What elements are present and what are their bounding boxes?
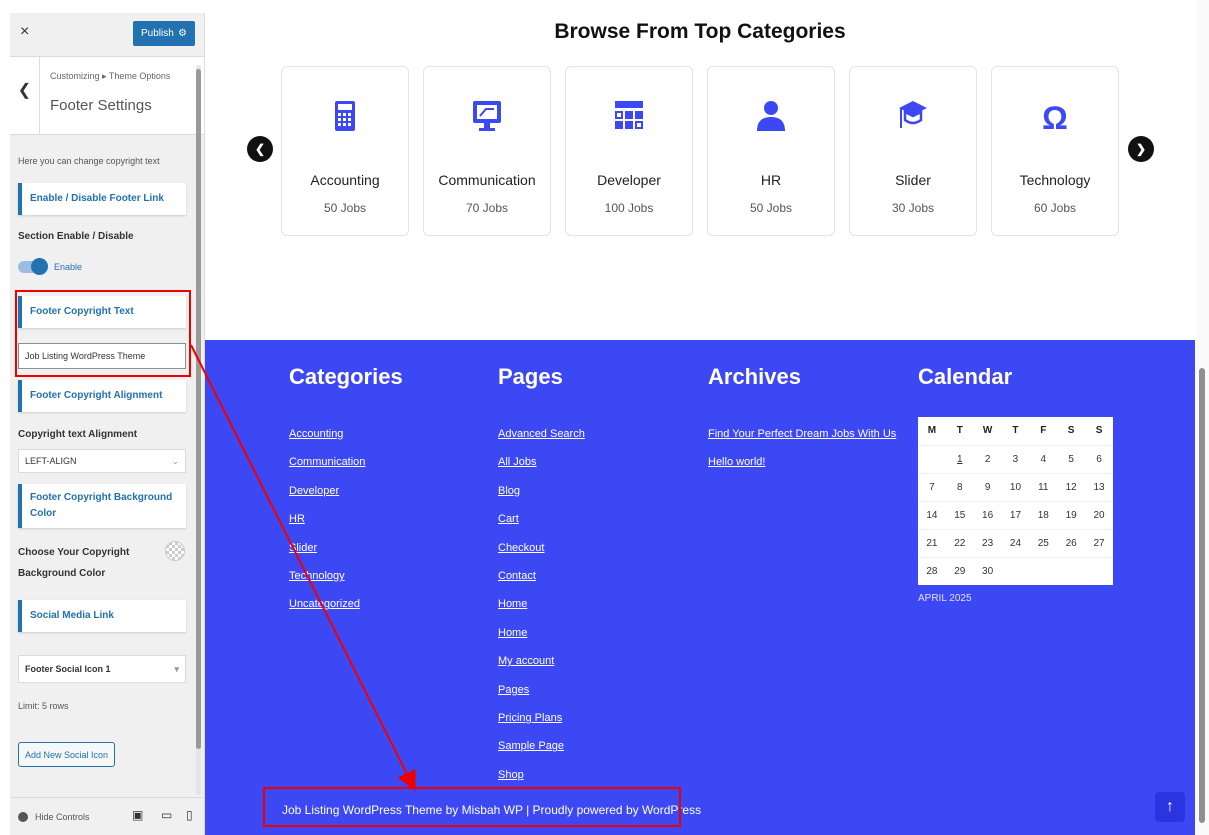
annotation-arrow [190, 344, 416, 792]
